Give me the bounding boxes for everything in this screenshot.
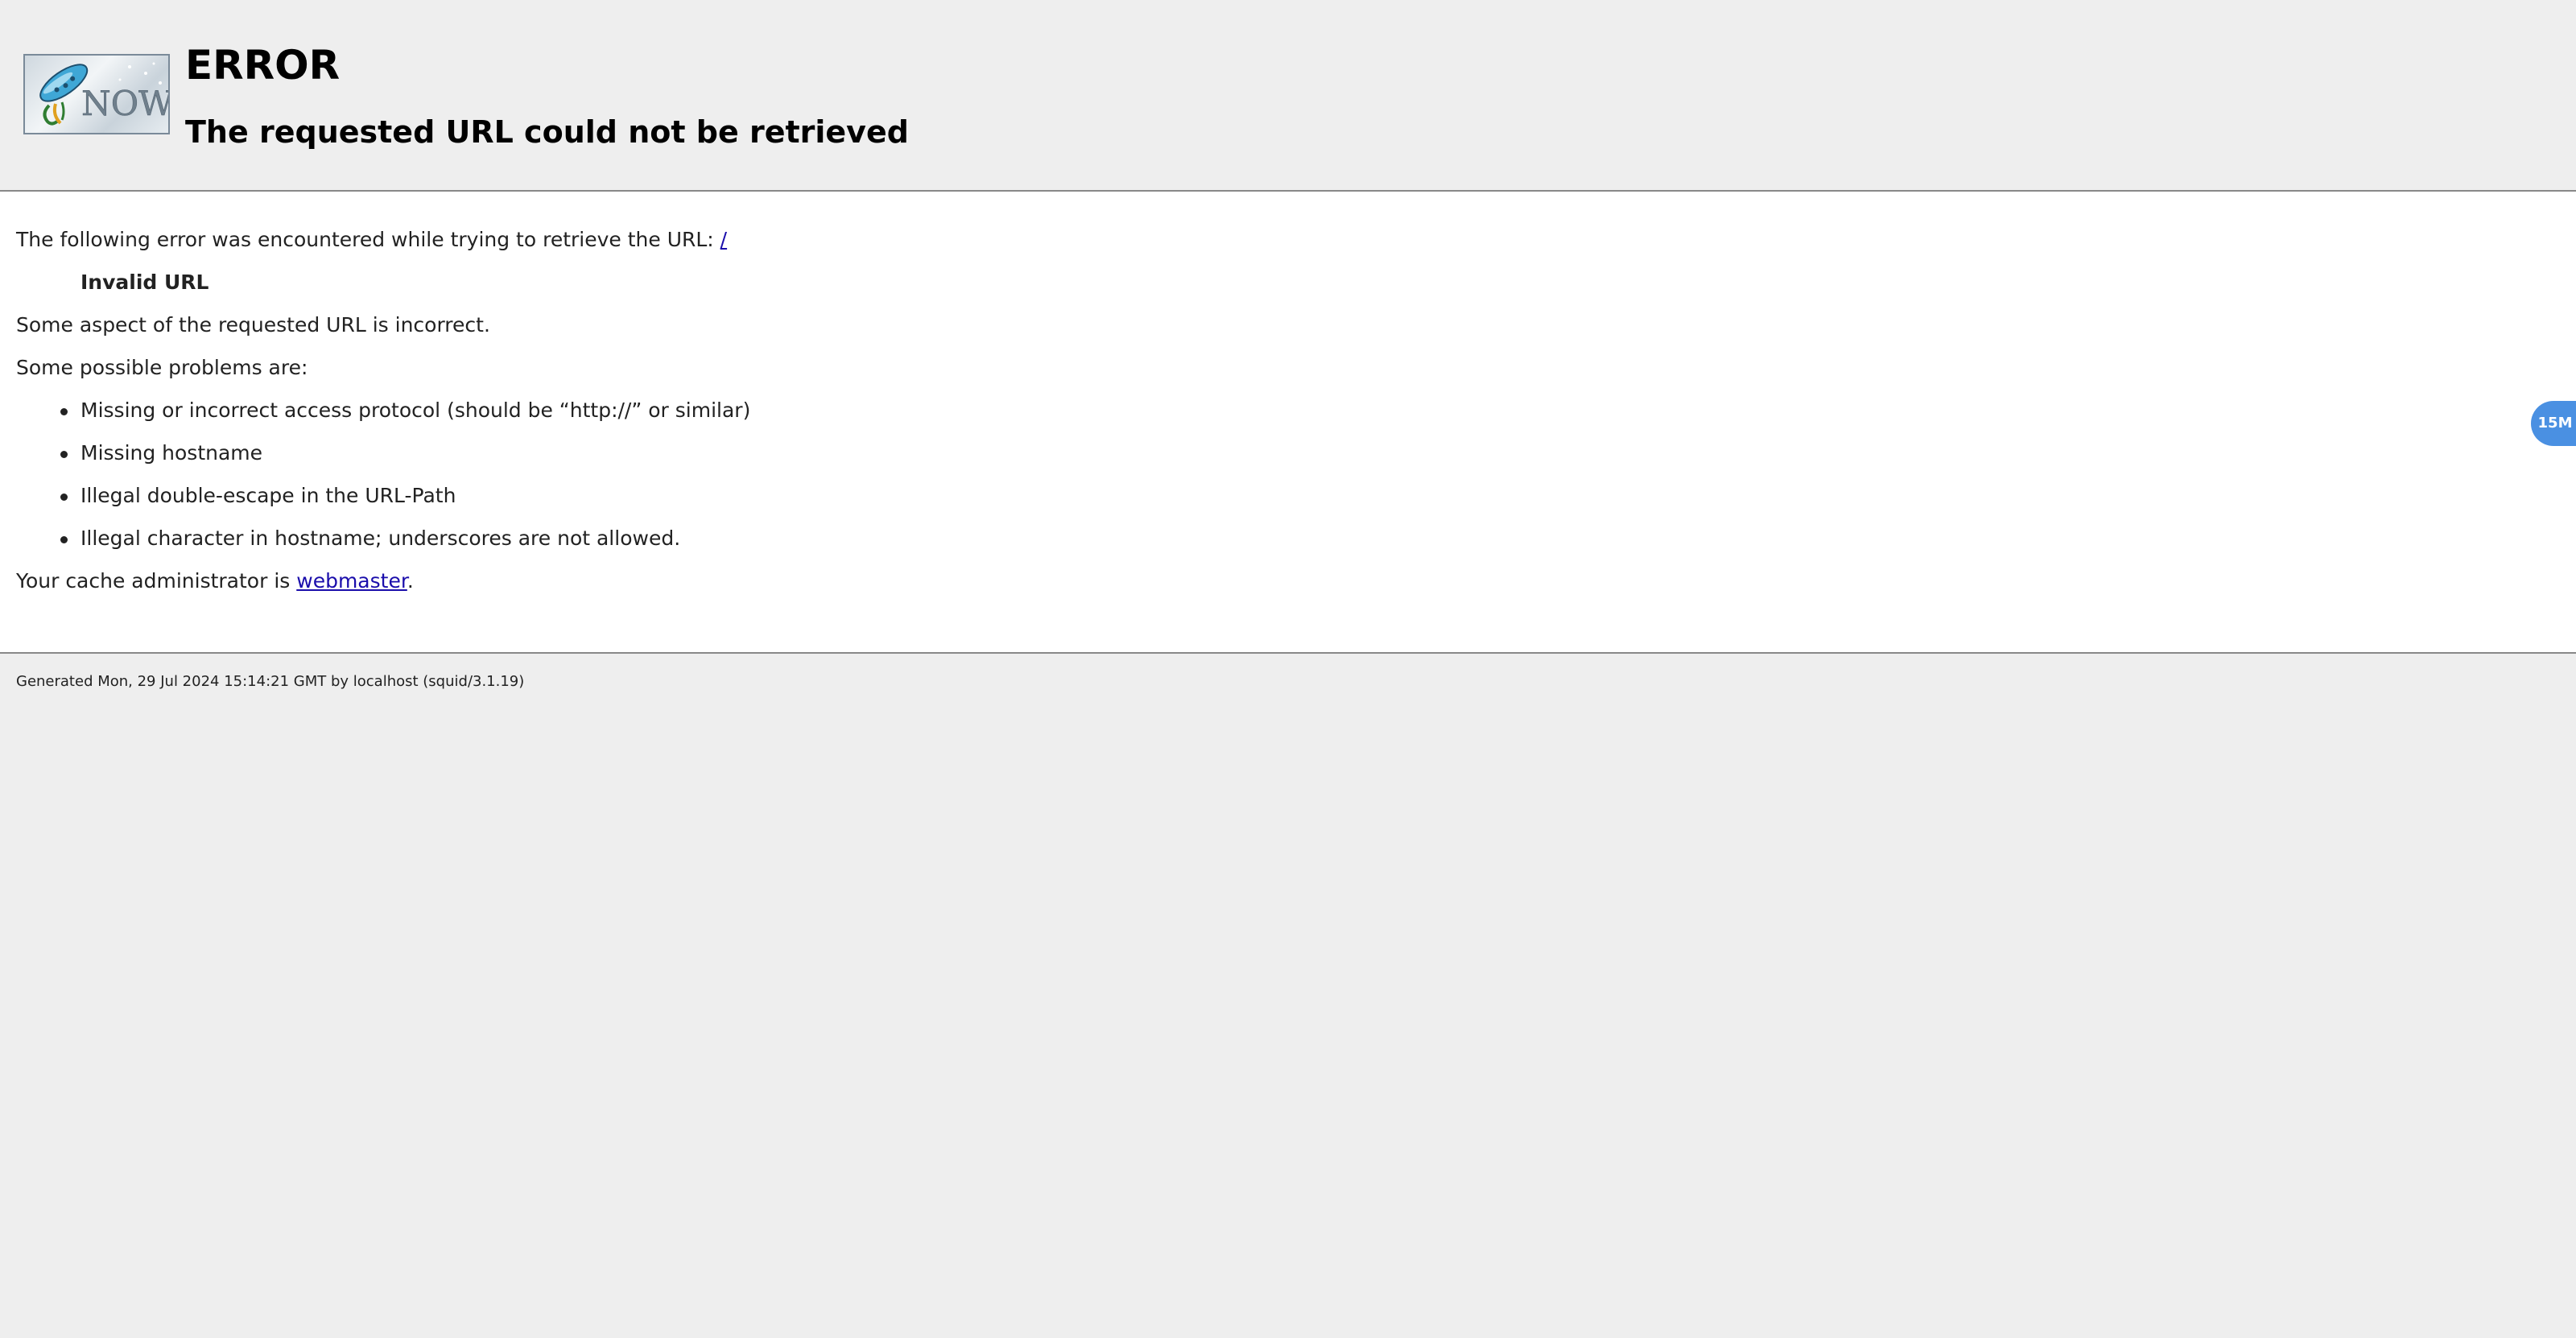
error-description: Some aspect of the requested URL is inco… — [16, 313, 490, 337]
squid-logo-icon: NOW — [23, 54, 170, 134]
intro-text: The following error was encountered whil… — [16, 228, 720, 251]
list-item: Illegal double-escape in the URL-Path — [60, 480, 750, 522]
problems-intro: Some possible problems are: — [16, 356, 308, 379]
title-section: NOW ERROR The requested URL could not be… — [0, 0, 2576, 190]
bottom-divider — [0, 652, 2576, 654]
admin-suffix: . — [407, 569, 414, 593]
footer-generated-text: Generated Mon, 29 Jul 2024 15:14:21 GMT … — [16, 673, 525, 690]
list-item: Missing or incorrect access protocol (sh… — [60, 394, 750, 437]
list-item: Illegal character in hostname; underscor… — [60, 522, 750, 565]
requested-url-link[interactable]: / — [720, 228, 727, 251]
error-heading: ERROR — [185, 42, 341, 89]
admin-line: Your cache administrator is webmaster. — [16, 565, 414, 597]
side-floating-badge[interactable]: 15M — [2531, 401, 2576, 446]
error-name: Invalid URL — [80, 270, 209, 294]
list-item: Missing hostname — [60, 437, 750, 480]
admin-prefix: Your cache administrator is — [16, 569, 297, 593]
logo-text: NOW — [81, 84, 168, 123]
webmaster-link[interactable]: webmaster — [296, 569, 407, 593]
intro-line: The following error was encountered whil… — [16, 224, 727, 256]
error-subheading: The requested URL could not be retrieved — [185, 114, 909, 150]
error-content: The following error was encountered whil… — [0, 192, 2576, 652]
problems-list: Missing or incorrect access protocol (sh… — [60, 394, 750, 565]
